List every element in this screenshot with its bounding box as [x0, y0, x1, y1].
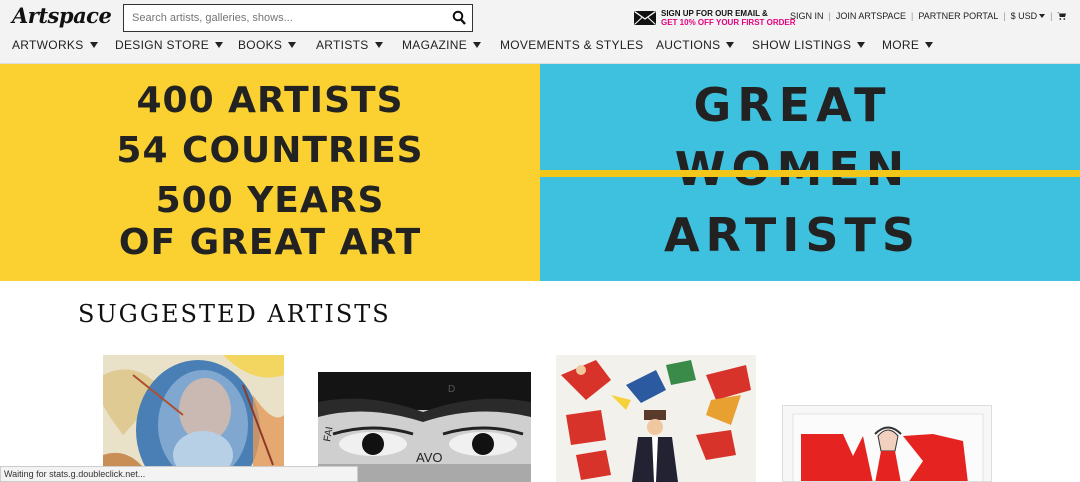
artwork-thumbnail[interactable] [556, 355, 756, 482]
banner-word: WOMEN [674, 142, 911, 196]
nav-artists[interactable]: ARTISTS [316, 38, 383, 52]
nav-label: ARTISTS [316, 38, 369, 52]
banner-line: 500 YEARS [155, 180, 385, 221]
nav-label: ARTWORKS [12, 38, 84, 52]
banner-word: GREAT [693, 78, 892, 132]
nav-label: SHOW LISTINGS [752, 38, 852, 52]
nav-label: MORE [882, 38, 920, 52]
chevron-down-icon [1039, 13, 1046, 18]
sign-in-link[interactable]: SIGN IN [790, 11, 824, 21]
chevron-down-icon [726, 41, 735, 48]
nav-books[interactable]: BOOKS [238, 38, 297, 52]
nav-label: DESIGN STORE [115, 38, 210, 52]
nav-artworks[interactable]: ARTWORKS [12, 38, 98, 52]
currency-label: $ USD [1010, 10, 1038, 21]
promo-banner-great-women-artists[interactable]: GREAT WOMEN ARTISTS [540, 64, 1080, 281]
artspace-logo[interactable]: Artspace [12, 3, 112, 28]
envelope-icon [634, 11, 656, 25]
artwork-thumbnail[interactable] [782, 405, 992, 482]
artwork-image [556, 355, 756, 482]
nav-label: AUCTIONS [656, 38, 721, 52]
search-icon[interactable] [452, 10, 466, 26]
nav-design-store[interactable]: DESIGN STORE [115, 38, 224, 52]
search-input[interactable] [124, 5, 444, 31]
chevron-down-icon [925, 41, 934, 48]
search-box[interactable] [123, 4, 473, 32]
chevron-down-icon [473, 41, 482, 48]
banner-line: 54 COUNTRIES [116, 130, 424, 171]
divider: | [1003, 10, 1006, 21]
divider: | [828, 10, 831, 21]
currency-selector[interactable]: $ USD [1011, 10, 1046, 21]
nav-auctions[interactable]: AUCTIONS [656, 38, 735, 52]
promo-line-2: GET 10% OFF YOUR FIRST ORDER [661, 18, 796, 27]
divider: | [911, 10, 914, 21]
nav-label: MOVEMENTS & STYLES [500, 38, 644, 52]
nav-movements-styles[interactable]: MOVEMENTS & STYLES [500, 38, 643, 52]
utility-links: SIGN IN | JOIN ARTSPACE | PARTNER PORTAL | $ U… [790, 10, 1067, 21]
browser-status-bar: Waiting for stats.g.doubleclick.net... [0, 466, 358, 482]
chevron-down-icon [288, 41, 297, 48]
chevron-down-icon [857, 41, 866, 48]
artwork-text: AVO [416, 450, 443, 465]
join-link[interactable]: JOIN ARTSPACE [836, 11, 906, 21]
partner-portal-link[interactable]: PARTNER PORTAL [918, 11, 998, 21]
promo-line-1: SIGN UP FOR OUR EMAIL & [661, 9, 768, 18]
nav-show-listings[interactable]: SHOW LISTINGS [752, 38, 866, 52]
chevron-down-icon [215, 41, 224, 48]
banner-line: OF GREAT ART [118, 222, 422, 263]
banner-word: ARTISTS [663, 208, 922, 262]
header: Artspace SIGN UP FOR OUR EMAIL & GET 10%… [0, 0, 1080, 64]
nav-label: MAGAZINE [402, 38, 468, 52]
chevron-down-icon [89, 41, 98, 48]
cart-button[interactable] [1057, 11, 1067, 21]
banner-line: 400 ARTISTS [136, 80, 404, 121]
artwork-text: D [448, 384, 455, 395]
artwork-image [103, 355, 284, 482]
artwork-image [783, 406, 991, 481]
cart-icon [1057, 12, 1067, 21]
page: Artspace SIGN UP FOR OUR EMAIL & GET 10%… [0, 0, 1080, 482]
section-title: SUGGESTED ARTISTS [78, 300, 391, 328]
strikethrough-bar [540, 170, 1080, 177]
nav-magazine[interactable]: MAGAZINE [402, 38, 482, 52]
divider: | [1050, 10, 1053, 21]
promo-banner-artists[interactable]: 400 ARTISTS 54 COUNTRIES 500 YEARS OF GR… [0, 64, 540, 281]
nav-more[interactable]: MORE [882, 38, 934, 52]
artwork-thumbnail[interactable] [103, 355, 284, 482]
nav-label: BOOKS [238, 38, 283, 52]
chevron-down-icon [374, 41, 383, 48]
